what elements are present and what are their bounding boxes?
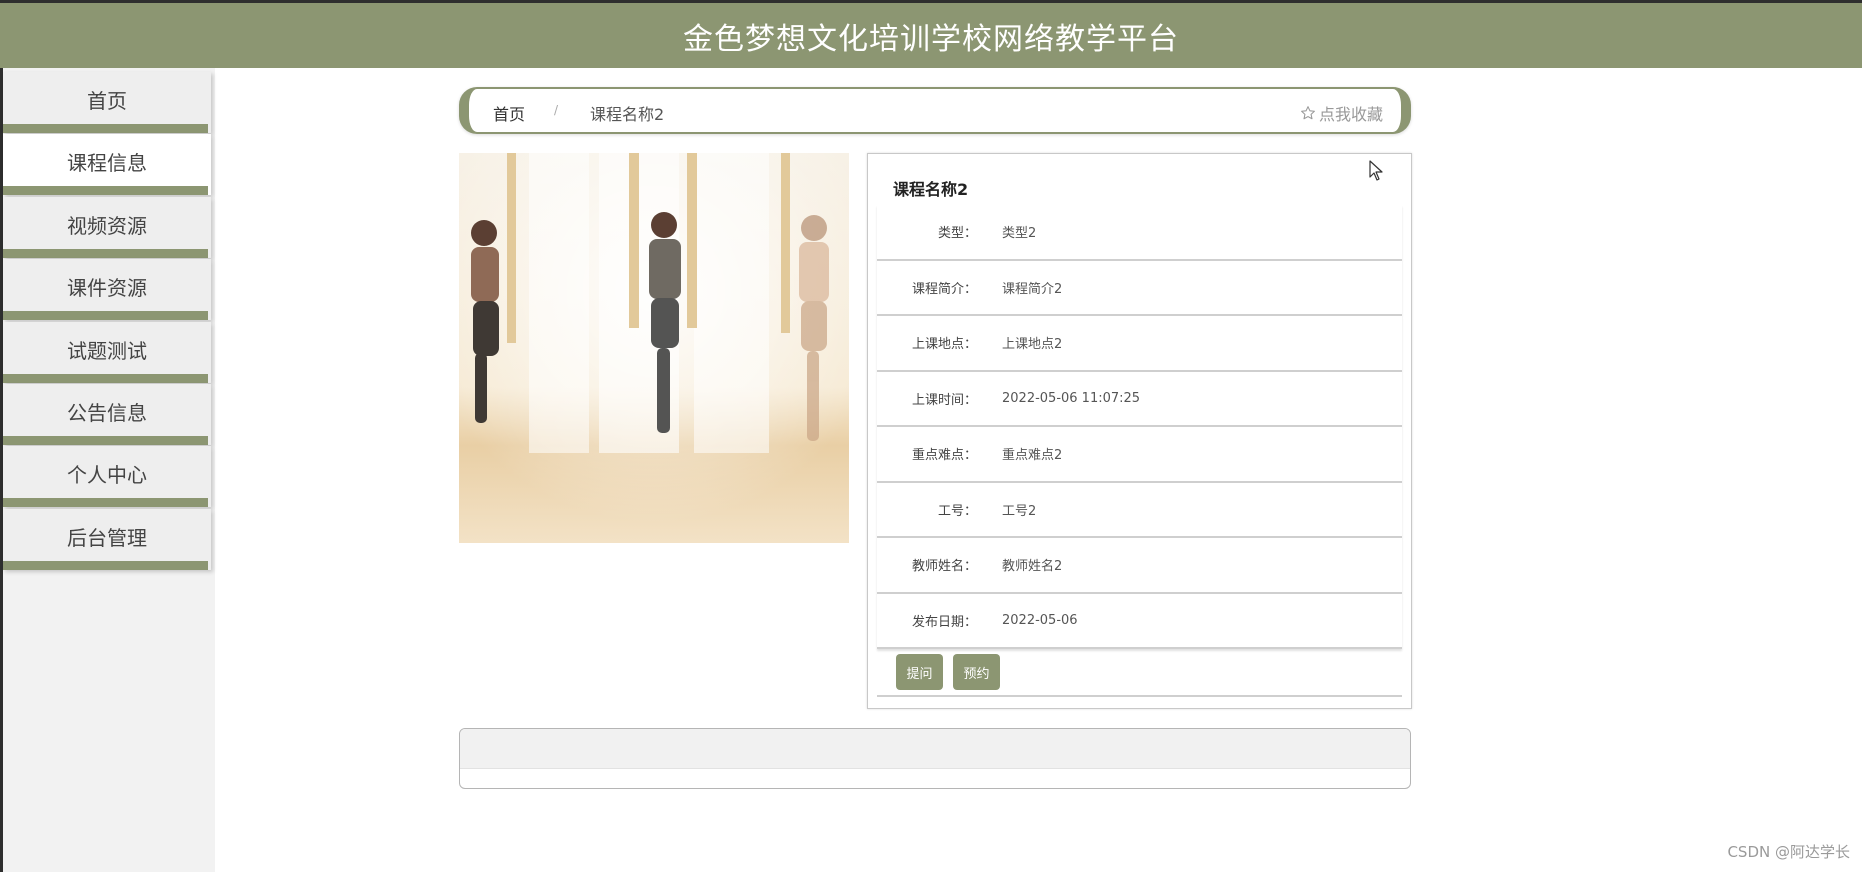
sidebar-item-label: 后台管理: [67, 526, 147, 550]
sidebar-item-underline: [3, 436, 208, 445]
detail-row-teacher: 教师姓名： 教师姓名2: [877, 538, 1402, 594]
sidebar-item-announcements[interactable]: 公告信息: [3, 384, 211, 445]
course-image: [459, 153, 849, 543]
sidebar-item-underline: [3, 374, 208, 383]
course-detail-list: 类型： 类型2 课程简介： 课程简介2 上课地点： 上课地点2 上课时间： 20…: [877, 205, 1402, 697]
sidebar-item-label: 公告信息: [67, 401, 147, 425]
breadcrumb-separator: /: [554, 103, 559, 117]
sidebar-item-courseware[interactable]: 课件资源: [3, 259, 211, 320]
detail-label: 发布日期：: [911, 614, 977, 630]
sidebar-item-label: 首页: [87, 89, 127, 113]
course-detail-card: 课程名称2 类型： 类型2 课程简介： 课程简介2 上课地点： 上课地点2 上课…: [867, 153, 1412, 709]
sidebar-item-label: 课程信息: [67, 151, 147, 175]
sidebar-item-admin[interactable]: 后台管理: [3, 509, 211, 570]
sidebar-item-video-resources[interactable]: 视频资源: [3, 197, 211, 258]
sidebar-item-tests[interactable]: 试题测试: [3, 322, 211, 383]
sidebar-item-label: 个人中心: [67, 463, 147, 487]
detail-label: 上课地点：: [911, 337, 977, 353]
detail-label: 工号：: [937, 503, 977, 519]
detail-actions: 提问 预约: [877, 649, 1402, 697]
sidebar-item-underline: [3, 249, 208, 258]
detail-value: 类型2: [1002, 226, 1037, 242]
breadcrumb: 首页 / 课程名称2 点我收藏: [459, 87, 1411, 134]
detail-label: 上课时间：: [911, 392, 977, 408]
detail-row-key-points: 重点难点： 重点难点2: [877, 427, 1402, 483]
detail-value: 工号2: [1002, 503, 1037, 519]
detail-value: 重点难点2: [1002, 448, 1063, 464]
mouse-cursor-icon: [1369, 160, 1385, 186]
sidebar-item-label: 课件资源: [67, 276, 147, 300]
sidebar-item-personal-center[interactable]: 个人中心: [3, 446, 211, 507]
yoga-photo: [459, 153, 849, 543]
detail-value: 2022-05-06: [1002, 612, 1078, 628]
reserve-button[interactable]: 预约: [953, 654, 1000, 690]
app-header: 金色梦想文化培训学校网络教学平台: [0, 0, 1862, 68]
detail-row-publish-date: 发布日期： 2022-05-06: [877, 593, 1402, 649]
site-title: 金色梦想文化培训学校网络教学平台: [683, 21, 1179, 57]
detail-label: 教师姓名：: [911, 559, 977, 575]
detail-row-time: 上课时间： 2022-05-06 11:07:25: [877, 371, 1402, 427]
sidebar-item-underline: [3, 311, 208, 320]
breadcrumb-home-link[interactable]: 首页: [493, 101, 525, 125]
detail-value: 教师姓名2: [1002, 559, 1063, 575]
breadcrumb-current: 课程名称2: [590, 105, 665, 124]
detail-row-staff-id: 工号： 工号2: [877, 482, 1402, 538]
detail-value: 课程简介2: [1002, 281, 1063, 297]
detail-label: 类型：: [937, 226, 977, 242]
detail-label: 重点难点：: [911, 448, 977, 464]
sidebar-item-underline: [3, 498, 208, 507]
sidebar-item-label: 视频资源: [67, 214, 147, 238]
collect-button[interactable]: 点我收藏: [1300, 101, 1383, 125]
sidebar-item-underline: [3, 561, 208, 570]
detail-row-type: 类型： 类型2: [877, 205, 1402, 261]
panel-header: [460, 729, 1410, 769]
detail-value: 上课地点2: [1002, 337, 1063, 353]
detail-value: 2022-05-06 11:07:25: [1002, 390, 1141, 406]
course-title: 课程名称2: [893, 180, 969, 199]
collect-label: 点我收藏: [1318, 105, 1383, 124]
sidebar: 首页 课程信息 视频资源 课件资源 试题测试 公告信息 个人中心 后台管理: [0, 68, 215, 872]
ask-question-button[interactable]: 提问: [896, 654, 943, 690]
watermark: CSDN @阿达学长: [1727, 843, 1850, 861]
detail-row-intro: 课程简介： 课程简介2: [877, 260, 1402, 316]
sidebar-item-course-info[interactable]: 课程信息: [3, 134, 211, 195]
course-content-panel: [459, 728, 1411, 789]
sidebar-item-label: 试题测试: [67, 339, 147, 363]
sidebar-item-home[interactable]: 首页: [3, 72, 211, 133]
sidebar-item-underline: [3, 124, 208, 133]
star-outline-icon: [1301, 106, 1315, 120]
detail-row-location: 上课地点： 上课地点2: [877, 316, 1402, 372]
sidebar-item-underline: [3, 186, 208, 195]
detail-label: 课程简介：: [911, 281, 977, 297]
